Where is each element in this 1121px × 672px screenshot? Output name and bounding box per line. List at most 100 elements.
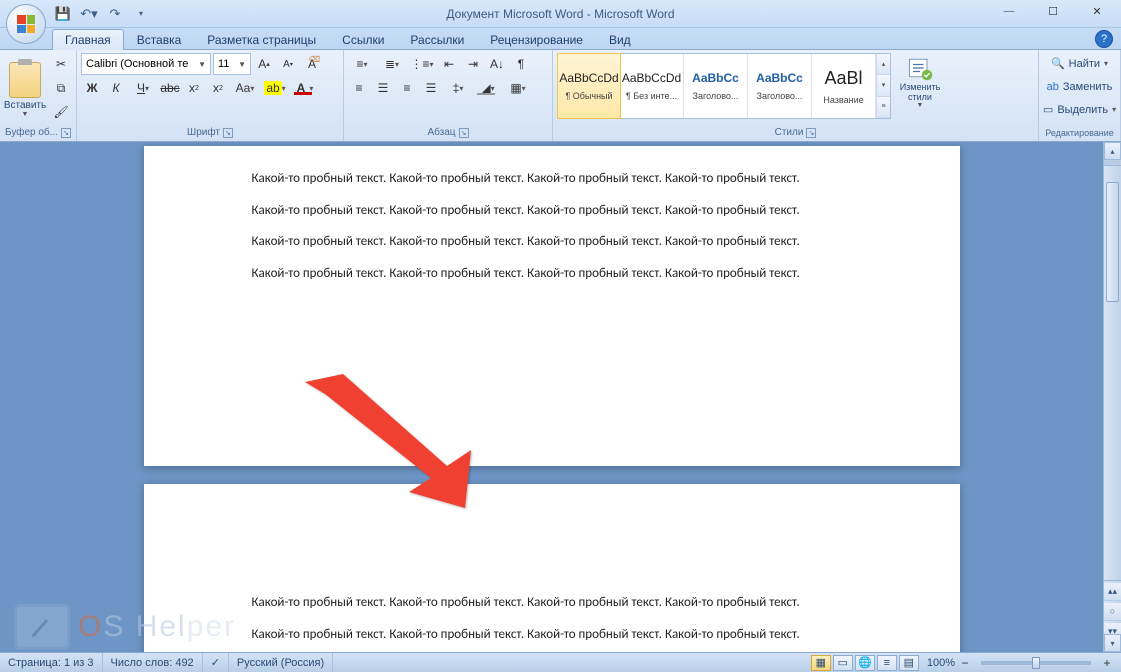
- tab-view[interactable]: Вид: [596, 29, 644, 50]
- replace-button[interactable]: abЗаменить: [1043, 76, 1116, 97]
- window-controls: — ☐ ✕: [987, 0, 1119, 22]
- help-icon[interactable]: ?: [1095, 30, 1113, 48]
- status-page[interactable]: Страница: 1 из 3: [0, 653, 103, 672]
- font-size-combo[interactable]: 11▼: [213, 53, 251, 75]
- redo-icon[interactable]: ↷: [104, 3, 126, 25]
- style-normal[interactable]: AaBbCcDd¶ Обычный: [557, 53, 621, 119]
- multilevel-icon[interactable]: ⋮≡▾: [408, 53, 436, 75]
- browse-object-icon[interactable]: ○: [1104, 603, 1121, 621]
- tab-page-layout[interactable]: Разметка страницы: [194, 29, 329, 50]
- close-button[interactable]: ✕: [1075, 0, 1119, 22]
- indent-decrease-icon[interactable]: ⇤: [438, 53, 460, 75]
- minimize-button[interactable]: —: [987, 0, 1031, 22]
- status-proofing[interactable]: ✓: [203, 653, 229, 672]
- group-paragraph: ≡▾ ≣▾ ⋮≡▾ ⇤ ⇥ A↓ ¶ ≡ ☰ ≡ ☰ ‡▾ ◢▾ ▦▾ Абза…: [344, 50, 553, 141]
- status-language[interactable]: Русский (Россия): [229, 653, 333, 672]
- vertical-scrollbar: ▴ ▴▴ ○ ▾▾ ▾: [1103, 142, 1121, 652]
- font-name-combo[interactable]: Calibri (Основной те▼: [81, 53, 211, 75]
- split-handle[interactable]: [1104, 160, 1121, 166]
- italic-icon[interactable]: К: [105, 77, 127, 99]
- paragraph[interactable]: Какой-то пробный текст. Какой-то пробный…: [252, 594, 852, 612]
- format-painter-icon[interactable]: 🖌: [50, 101, 72, 123]
- paragraph[interactable]: Какой-то пробный текст. Какой-то пробный…: [252, 265, 852, 283]
- paragraph[interactable]: Какой-то пробный текст. Какой-то пробный…: [252, 202, 852, 220]
- highlight-icon[interactable]: ab▾: [261, 77, 289, 99]
- gallery-up-icon[interactable]: ▴: [877, 54, 890, 75]
- copy-icon[interactable]: ⧉: [50, 77, 72, 99]
- page-2[interactable]: Какой-то пробный текст. Какой-то пробный…: [144, 484, 960, 652]
- strike-icon[interactable]: abc: [159, 77, 181, 99]
- office-button[interactable]: [6, 4, 46, 44]
- subscript-icon[interactable]: x2: [183, 77, 205, 99]
- align-right-icon[interactable]: ≡: [396, 77, 418, 99]
- bold-icon[interactable]: Ж: [81, 77, 103, 99]
- styles-dialog-launcher[interactable]: ↘: [806, 128, 816, 138]
- view-full-screen-icon[interactable]: ▭: [833, 655, 853, 671]
- scroll-thumb[interactable]: [1106, 182, 1119, 302]
- qat-customize-icon[interactable]: ▾: [130, 3, 152, 25]
- underline-icon[interactable]: Ч ▾: [129, 77, 157, 99]
- shading-icon[interactable]: ◢▾: [474, 77, 502, 99]
- change-styles-button[interactable]: Изменить стили ▼: [897, 53, 943, 110]
- align-center-icon[interactable]: ☰: [372, 77, 394, 99]
- font-color-icon[interactable]: A▾: [291, 77, 319, 99]
- paragraph[interactable]: Какой-то пробный текст. Какой-то пробный…: [252, 233, 852, 251]
- borders-icon[interactable]: ▦▾: [504, 77, 532, 99]
- clear-formatting-icon[interactable]: A⌫: [301, 53, 323, 75]
- binoculars-icon: 🔍: [1051, 57, 1065, 70]
- view-outline-icon[interactable]: ≡: [877, 655, 897, 671]
- line-spacing-icon[interactable]: ‡▾: [444, 77, 472, 99]
- zoom-in-icon[interactable]: +: [1099, 655, 1115, 671]
- styles-gallery: AaBbCcDd¶ Обычный AaBbCcDd¶ Без инте... …: [557, 53, 891, 119]
- style-heading2[interactable]: AaBbCcЗаголово...: [748, 54, 812, 118]
- tab-mailings[interactable]: Рассылки: [397, 29, 477, 50]
- paragraph[interactable]: Какой-то пробный текст. Какой-то пробный…: [252, 626, 852, 644]
- style-title[interactable]: AaBlНазвание: [812, 54, 876, 118]
- numbering-icon[interactable]: ≣▾: [378, 53, 406, 75]
- zoom-out-icon[interactable]: −: [957, 655, 973, 671]
- status-word-count[interactable]: Число слов: 492: [103, 653, 203, 672]
- sort-icon[interactable]: A↓: [486, 53, 508, 75]
- view-web-layout-icon[interactable]: 🌐: [855, 655, 875, 671]
- shrink-font-icon[interactable]: A▾: [277, 53, 299, 75]
- view-print-layout-icon[interactable]: ▦: [811, 655, 831, 671]
- change-case-icon[interactable]: Aa▾: [231, 77, 259, 99]
- select-icon: ▭: [1043, 103, 1053, 116]
- zoom-slider[interactable]: [981, 661, 1091, 665]
- style-no-spacing[interactable]: AaBbCcDd¶ Без инте...: [620, 54, 684, 118]
- zoom-value[interactable]: 100%: [927, 657, 955, 669]
- paste-button[interactable]: Вставить ▼: [4, 53, 46, 125]
- show-marks-icon[interactable]: ¶: [510, 53, 532, 75]
- gallery-more-icon[interactable]: ≡: [877, 97, 890, 118]
- tab-home[interactable]: Главная: [52, 29, 124, 50]
- maximize-button[interactable]: ☐: [1031, 0, 1075, 22]
- document-scroll[interactable]: Какой-то пробный текст. Какой-то пробный…: [0, 142, 1103, 652]
- bullets-icon[interactable]: ≡▾: [348, 53, 376, 75]
- page-1[interactable]: Какой-то пробный текст. Какой-то пробный…: [144, 146, 960, 466]
- align-left-icon[interactable]: ≡: [348, 77, 370, 99]
- prev-page-icon[interactable]: ▴▴: [1104, 583, 1121, 601]
- tab-references[interactable]: Ссылки: [329, 29, 397, 50]
- tab-review[interactable]: Рецензирование: [477, 29, 596, 50]
- undo-icon[interactable]: ↶▾: [78, 3, 100, 25]
- justify-icon[interactable]: ☰: [420, 77, 442, 99]
- indent-increase-icon[interactable]: ⇥: [462, 53, 484, 75]
- paragraph[interactable]: Какой-то пробный текст. Какой-то пробный…: [252, 170, 852, 188]
- scroll-up-icon[interactable]: ▴: [1104, 142, 1121, 160]
- styles-gallery-scroller: ▴ ▾ ≡: [876, 54, 890, 118]
- font-dialog-launcher[interactable]: ↘: [223, 128, 233, 138]
- select-button[interactable]: ▭Выделить▾: [1043, 99, 1116, 120]
- scroll-down-icon[interactable]: ▾: [1104, 634, 1121, 652]
- clipboard-dialog-launcher[interactable]: ↘: [61, 128, 71, 138]
- find-button[interactable]: 🔍Найти▾: [1043, 53, 1116, 74]
- paragraph-dialog-launcher[interactable]: ↘: [459, 128, 469, 138]
- grow-font-icon[interactable]: A▴: [253, 53, 275, 75]
- tab-insert[interactable]: Вставка: [124, 29, 195, 50]
- style-heading1[interactable]: AaBbCcЗаголово...: [684, 54, 748, 118]
- save-icon[interactable]: 💾: [52, 3, 74, 25]
- view-draft-icon[interactable]: ▤: [899, 655, 919, 671]
- gallery-down-icon[interactable]: ▾: [877, 75, 890, 96]
- zoom-thumb[interactable]: [1032, 657, 1040, 669]
- superscript-icon[interactable]: x2: [207, 77, 229, 99]
- cut-icon[interactable]: ✂: [50, 53, 72, 75]
